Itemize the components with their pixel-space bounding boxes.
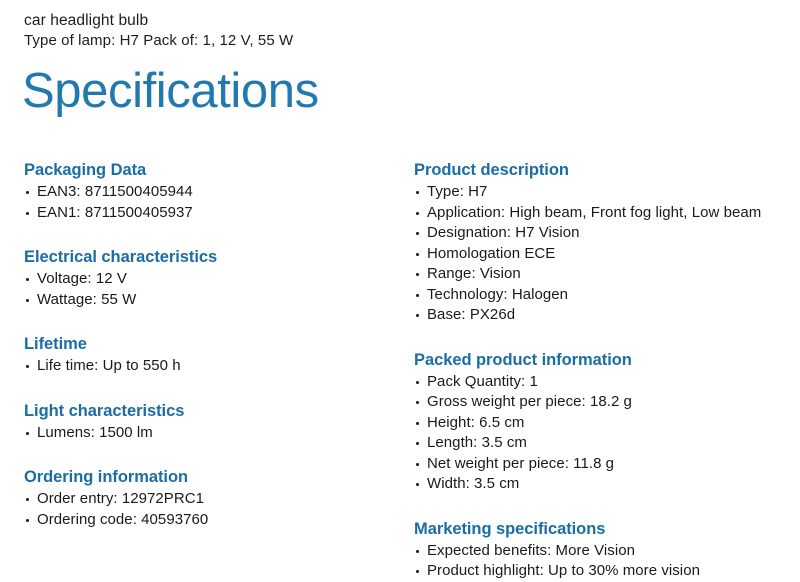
section-heading: Electrical characteristics [24,248,218,266]
spec-item: EAN3: 8711500405944 [24,182,394,203]
spec-item: Range: Vision [414,264,796,285]
spec-item: EAN1: 8711500405937 [24,203,394,224]
spec-list: Pack Quantity: 1 Gross weight per piece: … [414,372,796,495]
section-heading: Packed product information [414,350,632,369]
spec-item: Width: 3.5 cm [414,474,796,495]
spec-item: Homologation ECE [414,244,796,265]
spec-item: Height: 6.5 cm [414,413,796,434]
spec-item: Designation: H7 Vision [414,223,796,244]
spec-section: Electrical characteristics Voltage: 12 VW… [24,247,394,310]
section-heading: Lifetime [24,335,87,353]
section-heading: Product description [414,161,569,179]
spec-list: Expected benefits: More Vision Product hi… [414,541,796,582]
left-column: Packaging Data EAN3: 8711500405944 EAN1: 8… [24,160,394,530]
section-heading: Light characteristics [24,401,185,420]
spec-item: Technology: Halogen [414,285,796,306]
spec-section: Product description Type: H7 Application: … [414,160,796,326]
spec-list: Voltage: 12 V Wattage: 55 W [24,269,394,310]
product-name: car headlight bulb [24,12,149,29]
spec-item: Pack Quantity: 1 [414,372,796,393]
document-header: car headlight bulb Type of lamp: H7 Pack… [24,11,764,51]
spec-list: Life time: Up to 550 h [24,356,394,377]
spec-list: Lumens: 1500 lm [24,423,394,444]
spec-item: Order entry: 12972PRC1 [24,489,394,510]
section-heading: Marketing specifications [414,519,606,538]
section-heading: Ordering information [24,468,189,486]
spec-section: Ordering information Order entry: 12972PR… [24,467,394,530]
spec-list: Order entry: 12972PRC1 Ordering code: 405… [24,489,394,530]
spec-item: Voltage: 12 V [24,269,394,290]
page-title: Specifications [22,64,319,118]
spec-item: Gross weight per piece: 18.2 g [414,392,796,413]
spec-item: Life time: Up to 550 h [24,356,394,377]
spec-item: Net weight per piece: 11.8 g [414,454,796,475]
product-subtitle: Type of lamp: H7 Pack of: 1, 12 V, 55 W [24,32,294,49]
spec-section: Packaging Data EAN3: 8711500405944 EAN1: 8… [24,160,394,223]
spec-section: Marketing specifications Expected benefit… [414,519,796,582]
spec-list: EAN3: 8711500405944 EAN1: 8711500405937 [24,182,394,223]
spec-item: Length: 3.5 cm [414,433,796,454]
spec-item: Wattage: 55 W [24,290,394,311]
spec-item: Type: H7 [414,182,796,203]
spec-section: Lifetime Life time: Up to 550 h [24,334,394,377]
spec-item: Lumens: 1500 lm [24,423,394,444]
spec-item: Product highlight: Up to 30% more vision [414,561,796,582]
spec-item: Expected benefits: More Vision [414,541,796,562]
specification-sheet: car headlight bulb Type of lamp: H7 Pack… [0,0,800,579]
spec-section: Packed product information Pack Quantity:… [414,350,796,495]
spec-item: Base: PX26d [414,305,796,326]
section-heading: Packaging Data [24,161,147,179]
spec-list: Type: H7 Application: High beam, Front fo… [414,182,796,326]
spec-item: Application: High beam, Front fog light,… [414,203,796,224]
spec-item: Ordering code: 40593760 [24,510,394,531]
right-column: Product description Type: H7 Application: … [414,160,796,582]
spec-section: Light characteristics Lumens: 1500 lm [24,401,394,444]
